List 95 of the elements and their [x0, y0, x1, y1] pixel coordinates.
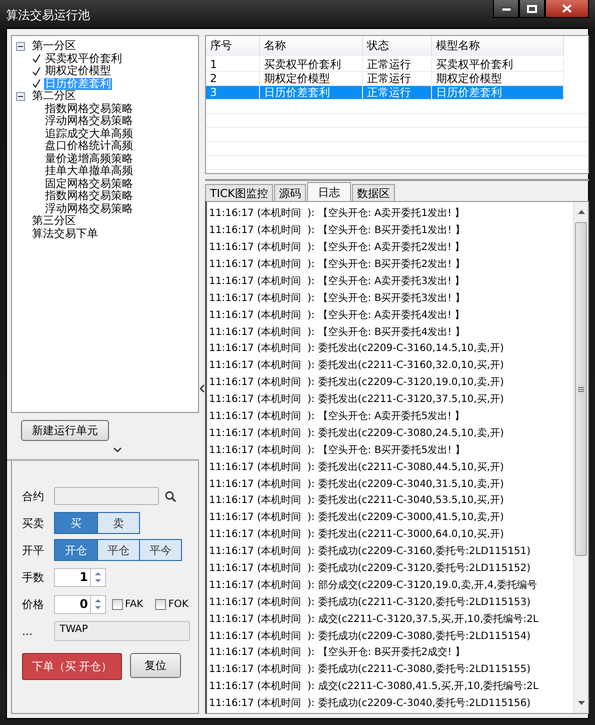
tree-item[interactable]: 算法交易下单: [31, 228, 99, 240]
checkbox-label: FOK: [168, 598, 188, 610]
log-line: 11:16:17 (本机时间 ): 【空头开仓: A卖开委托1发出! 】: [209, 206, 466, 222]
log-line: 11:16:17 (本机时间 ): 委托发出(c2209-C-3040,31.5,10,卖,开): [209, 478, 505, 492]
log-line: 11:16:17 (本机时间 ): 委托成功(c2211-C-3080,委托号:2LD115155): [209, 662, 532, 678]
tree-item[interactable]: 指数网格交易策略: [44, 190, 134, 202]
number-spinner[interactable]: 0: [54, 594, 106, 614]
log-line: 11:16:17 (本机时间 ): 【空头开仓: B买开委托2发出! 】: [209, 258, 466, 272]
checkbox[interactable]: [155, 598, 166, 610]
table-cell[interactable]: 1: [206, 58, 260, 72]
log-line: 11:16:17 (本机时间 ): 【空头开仓: B买开委托3发出! 】: [209, 292, 466, 306]
log-line: 11:16:17 (本机时间 ): 【空头开仓: A卖开委托2发出! 】: [209, 240, 466, 256]
table-cell[interactable]: 买卖权平价套利: [432, 58, 564, 72]
log-line: 11:16:17 (本机时间 ): 委托发出(c2211-C-3160,32.0,10,买,开): [209, 358, 505, 374]
column-header[interactable]: 名称: [260, 36, 363, 56]
log-line: 11:16:17 (本机时间 ): 部分成交(c2209-C-3120,19.0,卖,开,4,委托编号: [209, 578, 538, 593]
tab[interactable]: 数据区: [352, 184, 395, 202]
log-line: 11:16:17 (本机时间 ): 委托成功(c2209-C-3040,委托号:2LD115156): [209, 696, 532, 712]
tree-item[interactable]: 第一分区: [31, 40, 77, 52]
log-line: 11:16:17 (本机时间 ): 【空头开仓: B买开委托2成交! 】: [209, 646, 466, 660]
tree-item[interactable]: 浮动网格交易策略: [44, 202, 134, 215]
tree-item[interactable]: 期权定价模型: [44, 65, 112, 78]
new-unit-button[interactable]: 新建运行单元: [21, 420, 109, 441]
scroll-thumb[interactable]: [575, 222, 587, 556]
tab[interactable]: 源码: [274, 184, 306, 202]
window-title: 算法交易运行池: [6, 6, 91, 24]
log-line: 11:16:17 (本机时间 ): 委托发出(c2209-C-3080,24.5,10,卖,开): [209, 426, 505, 441]
log-line: 11:16:17 (本机时间 ): 【空头开仓: B买开委托5发出! 】: [209, 444, 466, 458]
tree-item[interactable]: 量价递增高频策略: [44, 152, 134, 165]
tree-item[interactable]: 固定网格交易策略: [44, 178, 134, 190]
field-label: 价格: [22, 596, 45, 612]
collapse-icon[interactable]: [16, 92, 25, 101]
offset-toggle[interactable]: 平今: [139, 540, 181, 560]
field-label: 手数: [22, 570, 45, 584]
log-line: 11:16:17 (本机时间 ): 委托成功(c2211-C-3120,委托号:2LD115153): [209, 596, 532, 610]
log-line: 11:16:17 (本机时间 ): 委托成功(c2209-C-3160,委托号:2LD115151): [209, 544, 532, 560]
reset-button[interactable]: 复位: [130, 653, 181, 678]
tree-item[interactable]: 第三分区: [31, 215, 77, 228]
scroll-up-icon[interactable]: [578, 210, 584, 214]
log-line: 11:16:17 (本机时间 ): 委托发出(c2211-C-3120,37.5,10,买,开): [209, 392, 505, 408]
close-button[interactable]: [545, 0, 589, 18]
tree-item[interactable]: 追踪成交大单高频: [44, 128, 134, 140]
collapse-icon[interactable]: [16, 42, 25, 51]
tab[interactable]: TICK图监控: [205, 184, 273, 202]
tree-item[interactable]: 买卖权平价套利: [44, 52, 123, 65]
column-header[interactable]: 模型名称: [432, 36, 564, 56]
log-line: 11:16:17 (本机时间 ): 委托发出(c2209-C-3000,41.5,10,卖,开): [209, 510, 505, 526]
log-line: 11:16:17 (本机时间 ): 【空头开仓: B买开委托4发出! 】: [209, 326, 466, 340]
search-icon[interactable]: [165, 490, 176, 502]
column-header[interactable]: 序号: [206, 36, 260, 56]
checkbox-label: FAK: [125, 598, 144, 610]
algo-field[interactable]: TWAP: [54, 621, 190, 641]
tree-item[interactable]: 盘口价格统计高频: [44, 140, 134, 152]
log-line: 11:16:17 (本机时间 ): 【空头开仓: A卖开委托5发出! 】: [209, 410, 466, 424]
scroll-down-icon[interactable]: [578, 701, 584, 705]
grip-icon: [578, 386, 584, 392]
log-line: 11:16:17 (本机时间 ): 委托发出(c2211-C-3000,64.0,10,买,开): [209, 528, 505, 542]
side-toggle[interactable]: 卖: [97, 513, 139, 533]
log-line: 11:16:17 (本机时间 ): 成交(c2211-C-3120,37.5,买,开,10,委托编号:2L: [209, 612, 540, 627]
log-line: 11:16:17 (本机时间 ): 委托成功(c2209-C-3080,委托号:2LD115154): [209, 630, 532, 644]
log-line: 11:16:17 (本机时间 ): 【空头开仓: B买开委托1发出! 】: [209, 224, 466, 238]
log-line: 11:16:17 (本机时间 ): 委托发出(c2211-C-3040,53.5,10,买,开): [209, 494, 505, 508]
side-toggle[interactable]: 买: [55, 513, 97, 533]
log-line: 11:16:17 (本机时间 ): 成交(c2211-C-3080,41.5,买,开,10,委托编号:2L: [209, 680, 540, 694]
field-label: ...: [22, 624, 34, 638]
chevron-down-icon[interactable]: [113, 447, 122, 453]
tree-item[interactable]: 指数网格交易策略: [44, 102, 134, 115]
log-line: 11:16:17 (本机时间 ): 委托发出(c2211-C-3080,44.5,10,买,开): [209, 460, 505, 475]
log-line: 11:16:17 (本机时间 ): 【空头开仓: A卖开委托4发出! 】: [209, 308, 466, 323]
checkbox[interactable]: [112, 598, 123, 610]
tree-item[interactable]: 浮动网格交易策略: [44, 115, 134, 128]
field-label: 合约: [22, 488, 45, 504]
table-cell[interactable]: 买卖权平价套利: [260, 58, 363, 72]
number-spinner[interactable]: 1: [54, 568, 106, 586]
submit-order-button[interactable]: 下单（买 开仓）: [22, 653, 122, 680]
column-header[interactable]: 状态: [363, 36, 432, 56]
offset-toggle[interactable]: 开仓: [55, 540, 97, 560]
offset-toggle[interactable]: 平仓: [97, 540, 139, 560]
log-line: 11:16:17 (本机时间 ): 委托发出(c2209-C-3120,19.0,10,卖,开): [209, 376, 505, 390]
collapse-left-icon[interactable]: [199, 384, 205, 393]
log-line: 11:16:17 (本机时间 ): 委托发出(c2209-C-3160,14.5,10,卖,开): [209, 342, 505, 356]
minimize-icon: [502, 6, 510, 10]
table-cell[interactable]: 正常运行: [363, 58, 432, 72]
log-line: 11:16:17 (本机时间 ): 【空头开仓: A卖开委托3发出! 】: [209, 274, 466, 289]
minimize-button[interactable]: [493, 0, 519, 18]
tab[interactable]: 日志: [306, 182, 351, 202]
maximize-icon: [527, 4, 537, 12]
tree-item[interactable]: 第二分区: [31, 90, 77, 102]
maximize-button[interactable]: [519, 0, 545, 18]
log-line: 11:16:17 (本机时间 ): 委托成功(c2209-C-3120,委托号:2LD115152): [209, 562, 532, 576]
field-label: 开平: [22, 542, 45, 558]
close-icon: [562, 4, 572, 13]
field-label: 买卖: [22, 516, 45, 530]
contract-field[interactable]: [54, 487, 159, 505]
tree-item[interactable]: 挂单大单撤单高频: [44, 165, 134, 178]
